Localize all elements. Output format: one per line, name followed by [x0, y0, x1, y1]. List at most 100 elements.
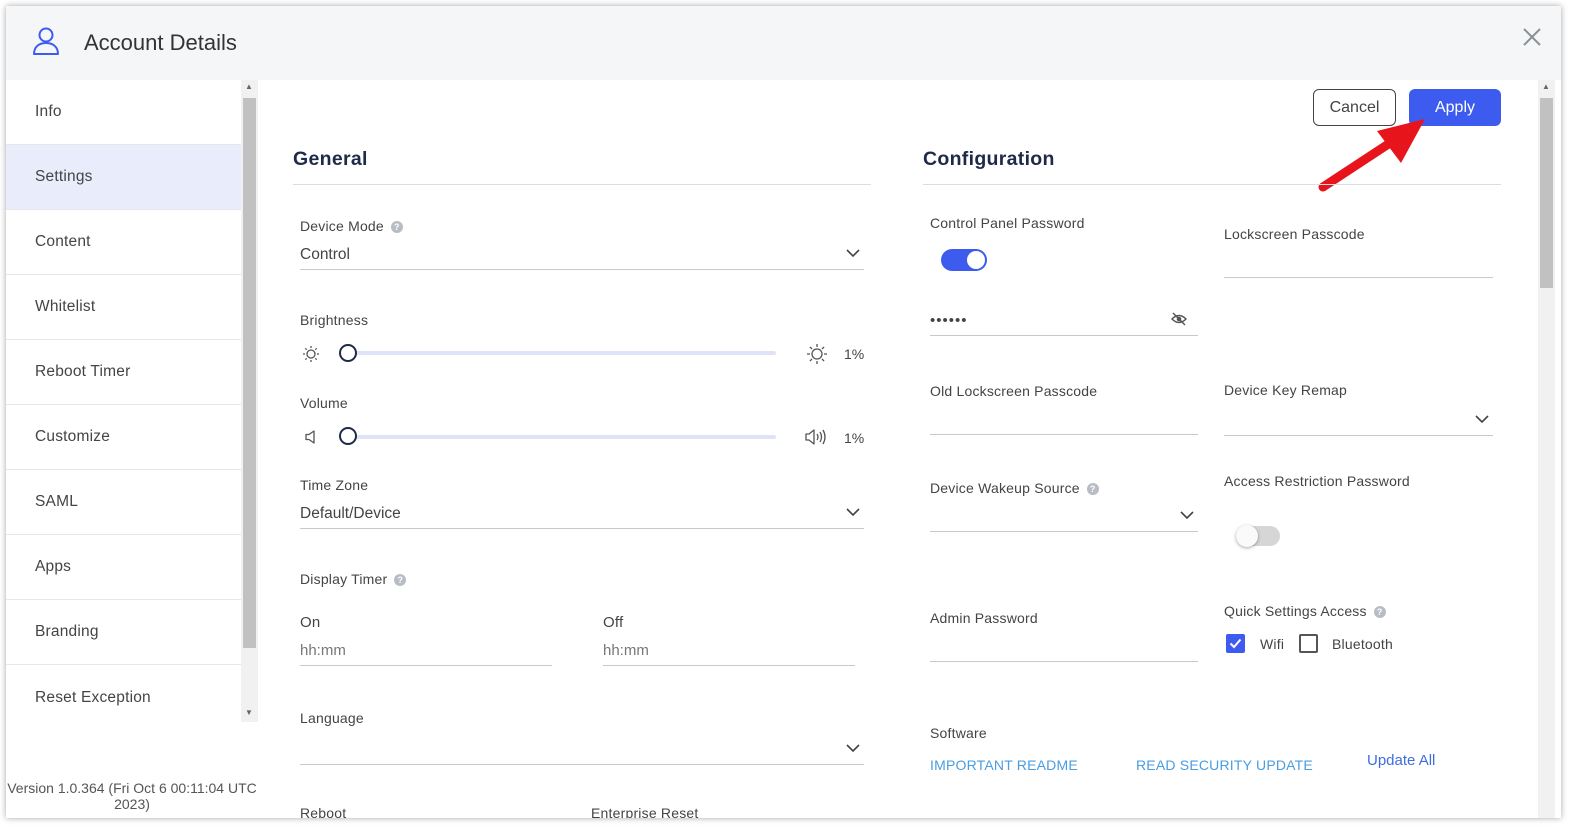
volume-high-icon: [805, 429, 826, 445]
help-icon[interactable]: ?: [390, 221, 403, 234]
quick-settings-access-label: Quick Settings Access?: [1224, 603, 1386, 619]
control-panel-password-toggle[interactable]: [941, 249, 987, 271]
sidebar-item-info[interactable]: Info: [6, 80, 241, 145]
access-restriction-password-label: Access Restriction Password: [1224, 473, 1410, 489]
brightness-label: Brightness: [300, 312, 369, 328]
help-icon[interactable]: ?: [1086, 483, 1099, 496]
volume-slider-handle[interactable]: [339, 427, 357, 445]
device-mode-label: Device Mode?: [300, 218, 403, 234]
sidebar-item-label: Reset Exception: [35, 688, 151, 706]
device-wakeup-source-label: Device Wakeup Source?: [930, 480, 1099, 496]
sidebar-item-settings[interactable]: Settings: [6, 145, 241, 210]
time-zone-value: Default/Device: [300, 504, 401, 522]
volume-slider[interactable]: [342, 435, 776, 439]
device-key-remap-label: Device Key Remap: [1224, 382, 1348, 398]
scrollbar-thumb[interactable]: [243, 98, 256, 648]
device-wakeup-source-select[interactable]: [930, 502, 1198, 532]
wifi-checkbox[interactable]: [1226, 634, 1245, 653]
reboot-label: Reboot: [300, 805, 347, 818]
time-zone-select[interactable]: Default/Device: [300, 499, 864, 529]
device-mode-value: Control: [300, 245, 350, 263]
sidebar-item-label: Whitelist: [35, 298, 96, 315]
main-scrollbar[interactable]: ▲: [1538, 80, 1555, 818]
general-section-title: General: [293, 148, 368, 170]
control-panel-password-input[interactable]: ••••••: [930, 306, 1198, 336]
sidebar-item-content[interactable]: Content: [6, 210, 241, 275]
sidebar-item-customize[interactable]: Customize: [6, 405, 241, 470]
software-label: Software: [930, 725, 987, 741]
help-icon[interactable]: ?: [394, 574, 407, 587]
volume-label: Volume: [300, 395, 348, 411]
sidebar-item-saml[interactable]: SAML: [6, 470, 241, 535]
brightness-slider-handle[interactable]: [339, 344, 357, 362]
display-timer-on-input[interactable]: hh:mm: [300, 636, 552, 666]
device-mode-select[interactable]: Control: [300, 240, 864, 270]
update-all-link[interactable]: Update All: [1367, 752, 1435, 769]
brightness-low-icon: [303, 346, 319, 362]
sidebar-item-label: Info: [35, 103, 62, 120]
sidebar-scrollbar[interactable]: ▲ ▼: [241, 80, 258, 722]
sidebar-item-label: Apps: [35, 558, 72, 575]
divider: [923, 184, 1501, 185]
divider: [293, 184, 871, 185]
sidebar-item-label: Customize: [35, 428, 111, 445]
display-timer-on-label: On: [300, 614, 321, 631]
lockscreen-passcode-input[interactable]: [1224, 248, 1493, 278]
dialog-title: Account Details: [84, 30, 237, 55]
scroll-up-icon[interactable]: ▲: [245, 82, 253, 91]
annotation-arrow-icon: [1318, 119, 1425, 192]
sidebar-item-label: Branding: [35, 623, 99, 640]
settings-panel: Cancel Apply General Device Mode? Contro…: [258, 80, 1538, 818]
password-value: ••••••: [930, 312, 968, 329]
volume-low-icon: [305, 430, 315, 444]
sidebar-item-reset-exception[interactable]: Reset Exception: [6, 665, 241, 730]
bluetooth-label: Bluetooth: [1332, 636, 1393, 652]
eye-off-icon[interactable]: [1171, 311, 1187, 327]
scroll-up-icon[interactable]: ▲: [1542, 82, 1550, 91]
sidebar-item-label: Content: [35, 233, 91, 250]
sidebar-item-label: Settings: [35, 168, 93, 185]
lockscreen-passcode-label: Lockscreen Passcode: [1224, 226, 1365, 242]
admin-password-input[interactable]: [930, 632, 1198, 662]
device-key-remap-select[interactable]: [1224, 406, 1493, 436]
brightness-value: 1%: [844, 346, 865, 362]
bluetooth-checkbox[interactable]: [1299, 634, 1318, 653]
chevron-down-icon: [846, 508, 860, 517]
scrollbar-thumb[interactable]: [1540, 98, 1553, 288]
sidebar-item-label: SAML: [35, 493, 79, 510]
user-icon: [33, 27, 59, 55]
settings-sidebar: Info Settings Content Whitelist Reboot T…: [6, 80, 258, 818]
sidebar-item-reboot-timer[interactable]: Reboot Timer: [6, 340, 241, 405]
brightness-high-icon: [807, 344, 827, 364]
enterprise-reset-label: Enterprise Reset: [591, 805, 699, 818]
chevron-down-icon: [846, 744, 860, 753]
read-security-update-link[interactable]: READ SECURITY UPDATE: [1136, 757, 1313, 773]
language-label: Language: [300, 710, 364, 726]
volume-value: 1%: [844, 430, 865, 446]
scroll-down-icon[interactable]: ▼: [245, 708, 253, 717]
access-restriction-password-toggle[interactable]: [1236, 525, 1280, 547]
display-timer-off-input[interactable]: hh:mm: [603, 636, 855, 666]
account-details-dialog: Account Details Info Settings Content Wh…: [6, 6, 1561, 818]
help-icon[interactable]: ?: [1373, 606, 1386, 619]
brightness-slider[interactable]: [342, 351, 776, 355]
configuration-section-title: Configuration: [923, 148, 1055, 170]
chevron-down-icon: [1180, 511, 1194, 520]
sidebar-nav: Info Settings Content Whitelist Reboot T…: [6, 80, 241, 730]
important-readme-link[interactable]: IMPORTANT README: [930, 757, 1078, 773]
display-timer-label: Display Timer?: [300, 571, 407, 587]
display-timer-off-label: Off: [603, 614, 624, 631]
sidebar-item-branding[interactable]: Branding: [6, 600, 241, 665]
language-select[interactable]: [300, 735, 864, 765]
sidebar-item-apps[interactable]: Apps: [6, 535, 241, 600]
control-panel-password-label: Control Panel Password: [930, 215, 1085, 231]
admin-password-label: Admin Password: [930, 610, 1038, 626]
version-info: Version 1.0.364 (Fri Oct 6 00:11:04 UTC …: [6, 780, 262, 812]
version-line: 2023): [114, 796, 150, 812]
close-icon[interactable]: [1521, 26, 1543, 48]
old-lockscreen-passcode-input[interactable]: [930, 405, 1198, 435]
checkmark-icon: [1229, 638, 1242, 649]
version-line: Version 1.0.364 (Fri Oct 6 00:11:04 UTC: [7, 780, 257, 796]
sidebar-item-whitelist[interactable]: Whitelist: [6, 275, 241, 340]
display-timer-on-placeholder: hh:mm: [300, 642, 346, 659]
